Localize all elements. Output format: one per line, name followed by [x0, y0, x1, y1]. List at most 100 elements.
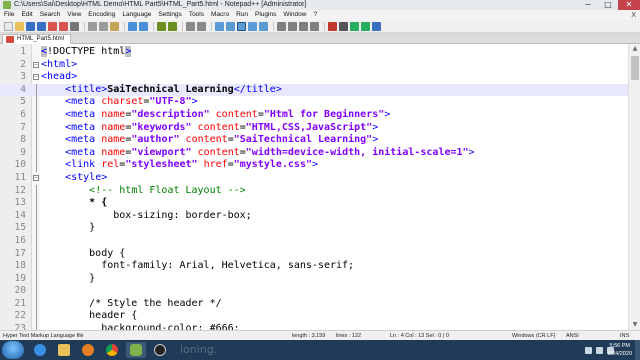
- code-line[interactable]: 19 }: [0, 272, 628, 286]
- show-desktop-button[interactable]: [635, 340, 640, 360]
- menu-search[interactable]: Search: [40, 10, 61, 20]
- code-editor[interactable]: 1 <!DOCTYPE html> 2− <html> 3− <head> 4 <title…: [0, 44, 640, 330]
- code-line[interactable]: 16: [0, 234, 628, 248]
- code-line[interactable]: 4 <title>SaiTechnical Learning</title>: [0, 83, 628, 97]
- open-file-icon[interactable]: [15, 21, 24, 31]
- new-file-icon[interactable]: [4, 21, 13, 31]
- paste-icon[interactable]: [110, 21, 119, 31]
- code-line[interactable]: 10 <link rel="stylesheet" href="mystyle.…: [0, 159, 628, 172]
- maximize-button[interactable]: □: [598, 0, 618, 10]
- toolbar: [0, 20, 640, 33]
- code-token: <meta: [65, 96, 102, 108]
- menu-tools[interactable]: Tools: [189, 10, 204, 20]
- code-line[interactable]: 14 box-sizing: border-box;: [0, 209, 628, 223]
- menu-file[interactable]: File: [4, 10, 14, 20]
- menu-run[interactable]: Run: [236, 10, 248, 20]
- code-line[interactable]: 9 <meta name="viewport" content="width=d…: [0, 146, 628, 160]
- word-wrap-icon[interactable]: [237, 21, 246, 31]
- zoom-out-icon[interactable]: [197, 21, 206, 31]
- sync-horizontal-icon[interactable]: [226, 21, 235, 31]
- code-line[interactable]: 17 body {: [0, 247, 628, 261]
- save-all-icon[interactable]: [37, 21, 46, 31]
- undo-icon[interactable]: [128, 21, 137, 31]
- fold-toggle-icon[interactable]: −: [33, 74, 39, 81]
- cut-icon[interactable]: [88, 21, 97, 31]
- close-document-button[interactable]: X: [631, 10, 636, 20]
- line-number: 12: [14, 184, 26, 196]
- code-token: SaiTechnical Learning: [107, 83, 234, 95]
- fold-toggle-icon[interactable]: −: [33, 61, 39, 68]
- replace-icon[interactable]: [168, 21, 177, 31]
- save-icon[interactable]: [26, 21, 35, 31]
- network-icon[interactable]: [596, 346, 603, 354]
- close-file-icon[interactable]: [48, 21, 57, 31]
- redo-icon[interactable]: [139, 21, 148, 31]
- scroll-up-arrow-icon[interactable]: ▲: [629, 44, 640, 54]
- tab-html-part5[interactable]: HTML_Part5.html: [2, 34, 72, 44]
- file-explorer-icon[interactable]: [54, 342, 74, 358]
- menu-plugins[interactable]: Plugins: [255, 10, 276, 20]
- menu-view[interactable]: View: [67, 10, 81, 20]
- media-player-icon[interactable]: [78, 342, 98, 358]
- code-line[interactable]: 23 background-color: #666;: [0, 323, 628, 330]
- code-token: content: [197, 146, 240, 158]
- menu-help[interactable]: ?: [313, 10, 317, 20]
- code-line[interactable]: 15 }: [0, 222, 628, 235]
- menu-window[interactable]: Window: [283, 10, 306, 20]
- code-line[interactable]: 22 header {: [0, 310, 628, 324]
- code-line[interactable]: 13 * {: [0, 197, 628, 210]
- close-button[interactable]: ✕: [618, 0, 640, 10]
- menu-encoding[interactable]: Encoding: [88, 10, 115, 20]
- save-macro-icon[interactable]: [372, 21, 381, 31]
- flag-icon[interactable]: [585, 346, 592, 354]
- code-line[interactable]: 11− <style>: [0, 172, 628, 185]
- menu-settings[interactable]: Settings: [158, 10, 182, 20]
- obs-icon[interactable]: [150, 342, 170, 358]
- code-line[interactable]: 1 <!DOCTYPE html>: [0, 46, 628, 59]
- record-macro-icon[interactable]: [328, 21, 337, 31]
- code-line[interactable]: 20: [0, 285, 628, 298]
- close-all-icon[interactable]: [59, 21, 68, 31]
- language-icon[interactable]: [277, 21, 286, 31]
- sync-vertical-icon[interactable]: [215, 21, 224, 31]
- zoom-in-icon[interactable]: [186, 21, 195, 31]
- document-map-icon[interactable]: [288, 21, 297, 31]
- find-icon[interactable]: [157, 21, 166, 31]
- start-button[interactable]: [2, 341, 24, 359]
- menu-macro[interactable]: Macro: [211, 10, 229, 20]
- stop-recording-icon[interactable]: [339, 21, 348, 31]
- copy-icon[interactable]: [99, 21, 108, 31]
- code-line[interactable]: 21 /* Style the header */: [0, 297, 628, 311]
- internet-explorer-icon[interactable]: [30, 342, 50, 358]
- menu-edit[interactable]: Edit: [21, 10, 32, 20]
- code-line[interactable]: 2− <html>: [0, 59, 628, 72]
- code-line[interactable]: 3− <head>: [0, 71, 628, 84]
- show-all-characters-icon[interactable]: [248, 21, 257, 31]
- vertical-scrollbar[interactable]: ▲ ▼: [628, 44, 640, 330]
- code-token: }: [41, 222, 96, 234]
- scrollbar-thumb[interactable]: [631, 56, 639, 80]
- chrome-icon[interactable]: [102, 342, 122, 358]
- fold-toggle-icon[interactable]: −: [33, 174, 39, 181]
- code-line[interactable]: 12 <!-- html Float Layout -->: [0, 184, 628, 198]
- code-line[interactable]: 5 <meta charset="UTF-8">: [0, 96, 628, 109]
- code-line[interactable]: 7 <meta name="keywords" content="HTML,CS…: [0, 121, 628, 135]
- playback-macro-icon[interactable]: [350, 21, 359, 31]
- code-token: name: [101, 121, 126, 133]
- notepad-plus-plus-taskbar-icon[interactable]: [126, 342, 146, 358]
- code-line[interactable]: 6 <meta name="description" content="Html…: [0, 108, 628, 122]
- clock[interactable]: 5:56 PM 6/24/2020: [608, 342, 632, 358]
- run-macro-multiple-icon[interactable]: [361, 21, 370, 31]
- print-icon[interactable]: [70, 21, 79, 31]
- scroll-down-arrow-icon[interactable]: ▼: [629, 320, 640, 330]
- code-token: </title>: [233, 83, 282, 95]
- code-line[interactable]: 18 font-family: Arial, Helvetica, sans-s…: [0, 260, 628, 273]
- minimize-button[interactable]: −: [578, 0, 598, 10]
- menu-language[interactable]: Language: [122, 10, 151, 20]
- indent-guide-icon[interactable]: [259, 21, 268, 31]
- code-line[interactable]: 8 <meta name="author" content="SaiTechni…: [0, 134, 628, 147]
- folder-workspace-icon[interactable]: [310, 21, 319, 31]
- function-list-icon[interactable]: [299, 21, 308, 31]
